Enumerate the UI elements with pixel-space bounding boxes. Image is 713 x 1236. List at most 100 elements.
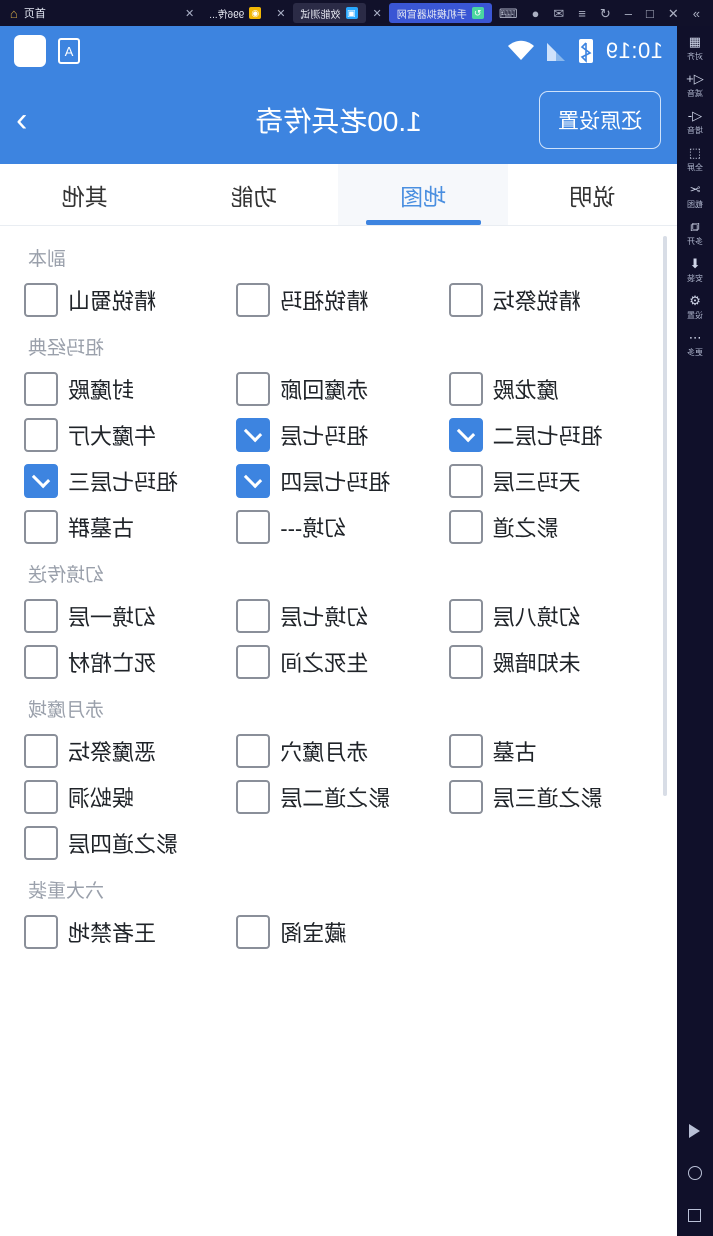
checkbox-checked-icon[interactable] (448, 418, 483, 452)
checkbox-item[interactable]: 幻境八层 (445, 599, 657, 633)
sidebar-item-4[interactable]: ✂ 截图 (677, 180, 713, 210)
menu-icon[interactable]: ≡ (571, 0, 593, 26)
checkbox-item[interactable]: 古墓 (445, 734, 657, 768)
checkbox-unchecked-icon[interactable] (448, 734, 483, 768)
scrollbar[interactable] (663, 236, 667, 796)
checkbox-item[interactable]: 幻境一层 (20, 599, 232, 633)
checkbox-unchecked-icon[interactable] (236, 645, 271, 679)
gamepad-icon[interactable]: ⌨ (492, 0, 525, 26)
checkbox-unchecked-icon[interactable] (236, 915, 271, 949)
checkbox-item[interactable]: 影之道二层 (232, 780, 444, 814)
checkbox-item[interactable]: 未知暗殿 (445, 645, 657, 679)
checkbox-unchecked-icon[interactable] (24, 645, 58, 679)
android-recents-button[interactable] (677, 1194, 713, 1236)
checkbox-unchecked-icon[interactable] (236, 599, 271, 633)
status-bar: 10:19 A (0, 26, 677, 76)
checkbox-item[interactable]: 影之道四层 (20, 826, 232, 860)
checkbox-unchecked-icon[interactable] (24, 599, 58, 633)
tab-3[interactable]: 其他 (0, 164, 169, 225)
sidebar-item-8[interactable]: ⋯ 更多 (677, 328, 713, 358)
sidebar-item-7[interactable]: ⚙ 设置 (677, 291, 713, 321)
checkbox-unchecked-icon[interactable] (24, 510, 58, 544)
chevrons-right-icon[interactable]: » (686, 0, 707, 26)
checkbox-unchecked-icon[interactable] (24, 826, 58, 860)
message-icon[interactable]: ✉ (546, 0, 571, 26)
account-icon[interactable]: ● (525, 0, 547, 26)
checkbox-item[interactable]: 恶魔祭坛 (20, 734, 232, 768)
checkbox-item[interactable]: 祖玛七层 (232, 418, 444, 452)
close-icon[interactable]: ✕ (661, 0, 686, 26)
sidebar-item-2[interactable]: ◁- 增音 (677, 106, 713, 136)
android-back-button[interactable] (677, 1110, 713, 1152)
chrome-home-area[interactable]: 首页 ⌂ (6, 0, 46, 26)
sidebar-item-1[interactable]: ◁+ 减音 (677, 69, 713, 99)
browser-tab-1[interactable]: ▣ 效能测试 (292, 3, 366, 23)
android-home-button[interactable] (677, 1152, 713, 1194)
sidebar-item-5[interactable]: ⧉ 多开 (677, 217, 713, 247)
checkbox-item[interactable]: 精锐祖玛 (232, 283, 444, 317)
checkbox-item[interactable]: 精锐祭坛 (445, 283, 657, 317)
tab-1[interactable]: 地图 (338, 164, 508, 225)
tab-0[interactable]: 说明 (508, 164, 677, 225)
checkbox-unchecked-icon[interactable] (448, 283, 483, 317)
checkbox-unchecked-icon[interactable] (236, 283, 271, 317)
checkbox-checked-icon[interactable] (24, 464, 58, 498)
checkbox-unchecked-icon[interactable] (24, 780, 58, 814)
checkbox-item[interactable]: 影之道 (445, 510, 657, 544)
chevron-right-icon[interactable]: › (16, 101, 27, 139)
checkbox-unchecked-icon[interactable] (448, 510, 483, 544)
sidebar-item-0[interactable]: ▦ 对齐 (677, 32, 713, 62)
checkbox-item[interactable]: 牛魔大厅 (20, 418, 232, 452)
checkbox-unchecked-icon[interactable] (24, 915, 58, 949)
checkbox-item[interactable]: 藏宝阁 (232, 915, 444, 949)
checkbox-checked-icon[interactable] (236, 464, 271, 498)
window-icon[interactable]: □ (639, 0, 661, 26)
checkbox-item[interactable]: 精锐蜀山 (20, 283, 232, 317)
checkbox-item[interactable]: 祖玛七层四 (232, 464, 444, 498)
checkbox-item[interactable]: 天玛三层 (445, 464, 657, 498)
checkbox-unchecked-icon[interactable] (24, 372, 58, 406)
checkbox-item[interactable]: 幻境七层 (232, 599, 444, 633)
rotate-icon[interactable]: ↺ (593, 0, 618, 26)
tab-2[interactable]: 功能 (169, 164, 338, 225)
checkbox-item[interactable]: 祖玛七层三 (20, 464, 232, 498)
checkbox-item[interactable]: 封魔殿 (20, 372, 232, 406)
close-tab-icon[interactable]: ✕ (180, 7, 199, 20)
checkbox-unchecked-icon[interactable] (24, 283, 58, 317)
checkbox-item[interactable]: 幻境--- (232, 510, 444, 544)
checkbox-unchecked-icon[interactable] (24, 734, 58, 768)
checkbox-unchecked-icon[interactable] (448, 599, 483, 633)
checkbox-unchecked-icon[interactable] (448, 780, 483, 814)
checkbox-unchecked-icon[interactable] (24, 418, 58, 452)
reset-settings-button[interactable]: 还原设置 (539, 91, 661, 149)
volume-down-icon: ◁- (687, 107, 703, 123)
checkbox-unchecked-icon[interactable] (448, 645, 483, 679)
checkbox-unchecked-icon[interactable] (448, 464, 483, 498)
gear-icon: ⚙ (689, 292, 701, 308)
browser-tab-0[interactable]: ↻ 手机模拟器官网 (388, 3, 492, 23)
sidebar-item-6[interactable]: ⬇ 安装 (677, 254, 713, 284)
checkbox-item[interactable]: 祖玛七层二 (445, 418, 657, 452)
checkbox-item[interactable]: 古墓群 (20, 510, 232, 544)
checkbox-item[interactable]: 赤魔回廊 (232, 372, 444, 406)
close-tab-icon[interactable]: ✕ (271, 7, 290, 20)
checkbox-item[interactable]: 死亡棺材 (20, 645, 232, 679)
checkbox-item[interactable]: 蜈蚣洞 (20, 780, 232, 814)
checkbox-checked-icon[interactable] (236, 418, 271, 452)
checkbox-unchecked-icon[interactable] (236, 372, 271, 406)
checkbox-unchecked-icon[interactable] (236, 780, 271, 814)
sidebar-item-3[interactable]: ⬚ 全屏 (677, 143, 713, 173)
checkbox-unchecked-icon[interactable] (448, 372, 483, 406)
checkbox-unchecked-icon[interactable] (236, 510, 271, 544)
browser-tab-2[interactable]: ◉ 996传... (201, 3, 269, 23)
home-icon[interactable]: ⌂ (10, 0, 18, 26)
checkbox-unchecked-icon[interactable] (236, 734, 271, 768)
checkbox-item[interactable]: 王者禁地 (20, 915, 232, 949)
checkbox-item[interactable]: 魔龙殿 (445, 372, 657, 406)
checkbox-item[interactable]: 赤月魔穴 (232, 734, 444, 768)
checkbox-item[interactable]: 生死之间 (232, 645, 444, 679)
minimize-icon[interactable]: – (618, 0, 639, 26)
checkbox-label: 藏宝阁 (280, 921, 347, 946)
close-tab-icon[interactable]: ✕ (368, 7, 387, 20)
checkbox-item[interactable]: 影之道三层 (445, 780, 657, 814)
